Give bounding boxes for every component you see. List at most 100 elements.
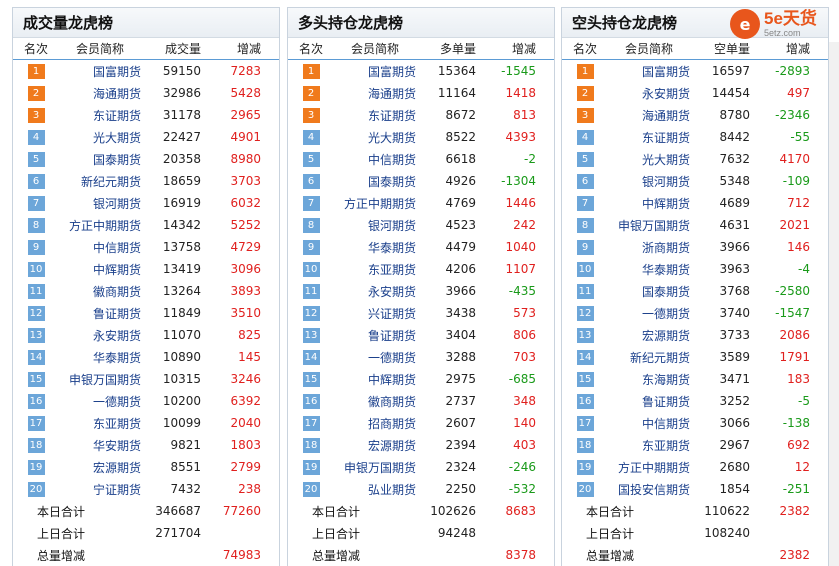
- member-link[interactable]: 海通期货: [334, 85, 416, 102]
- member-link[interactable]: 东亚期货: [334, 261, 416, 278]
- value-cell: 3963: [719, 262, 750, 276]
- member-link[interactable]: 华安期货: [59, 437, 141, 454]
- member-link[interactable]: 兴证期货: [334, 305, 416, 322]
- member-link[interactable]: 宏源期货: [59, 459, 141, 476]
- value-cell: 3966: [445, 284, 476, 298]
- member-link[interactable]: 方正中期期货: [59, 217, 141, 234]
- member-link[interactable]: 徽商期货: [334, 393, 416, 410]
- member-link[interactable]: 新纪元期货: [608, 349, 690, 366]
- site-logo[interactable]: e 5e天货 5etz.com: [730, 6, 834, 42]
- today-total-label: 本日合计: [586, 504, 635, 519]
- rank-cell: 8: [13, 217, 59, 233]
- member-link[interactable]: 一德期货: [608, 305, 690, 322]
- member-link[interactable]: 中辉期货: [608, 195, 690, 212]
- member-link[interactable]: 永安期货: [334, 283, 416, 300]
- rank-header: 名次: [572, 42, 597, 56]
- value-cell: 3471: [719, 372, 750, 386]
- member-link[interactable]: 浙商期货: [608, 239, 690, 256]
- member-link[interactable]: 国富期货: [334, 63, 416, 80]
- rank-badge: 15: [576, 371, 594, 387]
- member-link[interactable]: 徽商期货: [59, 283, 141, 300]
- member-link[interactable]: 东证期货: [59, 107, 141, 124]
- table-row: 16 一德期货 10200 6392: [13, 390, 279, 412]
- member-link[interactable]: 鲁证期货: [59, 305, 141, 322]
- member-link[interactable]: 新纪元期货: [59, 173, 141, 190]
- member-link[interactable]: 国投安信期货: [608, 481, 690, 498]
- member-link[interactable]: 鲁证期货: [334, 327, 416, 344]
- member-link[interactable]: 华泰期货: [59, 349, 141, 366]
- member-link[interactable]: 东证期货: [608, 129, 690, 146]
- panel-volume: 成交量龙虎榜 名次 会员简称 成交量 增减 1 国富期货 59150 7 2 8 3 …: [12, 7, 280, 566]
- member-link[interactable]: 方正中期期货: [608, 459, 690, 476]
- rank-cell: 12: [13, 305, 59, 321]
- member-link[interactable]: 一德期货: [59, 393, 141, 410]
- member-link[interactable]: 中信期货: [608, 415, 690, 432]
- member-link[interactable]: 永安期货: [608, 85, 690, 102]
- member-link[interactable]: 国泰期货: [59, 151, 141, 168]
- value-cell: 6618: [445, 152, 476, 166]
- member-link[interactable]: 东证期货: [334, 107, 416, 124]
- value-cell: 2680: [719, 460, 750, 474]
- value-cell: 11164: [437, 86, 476, 100]
- rank-cell: 7: [13, 195, 59, 211]
- value-cell: 15364: [437, 64, 476, 78]
- value-cell: 13264: [162, 284, 201, 298]
- member-link[interactable]: 东亚期货: [608, 437, 690, 454]
- member-link[interactable]: 中辉期货: [334, 371, 416, 388]
- scrollbar[interactable]: [829, 42, 839, 566]
- member-link[interactable]: 东海期货: [608, 371, 690, 388]
- member-link[interactable]: 申银万国期货: [59, 371, 141, 388]
- rank-cell: 17: [288, 415, 334, 431]
- table-row: 5 光大期货 7632 4170: [562, 148, 828, 170]
- member-link[interactable]: 鲁证期货: [608, 393, 690, 410]
- member-link[interactable]: 永安期货: [59, 327, 141, 344]
- table-row: 13 永安期货 11070 825: [13, 324, 279, 346]
- member-link[interactable]: 国富期货: [59, 63, 141, 80]
- table-row: 16 鲁证期货 3252 -5: [562, 390, 828, 412]
- rank-badge: 7: [302, 195, 320, 211]
- total-change-value: 2382: [779, 548, 810, 562]
- member-link[interactable]: 银河期货: [334, 217, 416, 234]
- member-link[interactable]: 银河期货: [608, 173, 690, 190]
- member-link[interactable]: 国富期货: [608, 63, 690, 80]
- rank-badge: 13: [27, 327, 45, 343]
- change-cell: 242: [513, 218, 536, 232]
- member-link[interactable]: 国泰期货: [608, 283, 690, 300]
- rank-badge: 19: [27, 459, 45, 475]
- change-cell: 5428: [230, 86, 261, 100]
- member-link[interactable]: 光大期货: [334, 129, 416, 146]
- member-link[interactable]: 银河期货: [59, 195, 141, 212]
- member-link[interactable]: 方正中期期货: [334, 195, 416, 212]
- member-link[interactable]: 光大期货: [608, 151, 690, 168]
- member-link[interactable]: 海通期货: [608, 107, 690, 124]
- member-link[interactable]: 中信期货: [334, 151, 416, 168]
- member-link[interactable]: 宏源期货: [334, 437, 416, 454]
- change-cell: 3703: [230, 174, 261, 188]
- rank-badge: 6: [576, 173, 594, 189]
- value-cell: 10200: [162, 394, 201, 408]
- member-link[interactable]: 国泰期货: [334, 173, 416, 190]
- yesterday-total-row: 上日合计 108240: [562, 522, 828, 544]
- member-link[interactable]: 申银万国期货: [334, 459, 416, 476]
- member-link[interactable]: 弘业期货: [334, 481, 416, 498]
- member-link[interactable]: 华泰期货: [608, 261, 690, 278]
- member-link[interactable]: 宁证期货: [59, 481, 141, 498]
- member-link[interactable]: 宏源期货: [608, 327, 690, 344]
- member-link[interactable]: 申银万国期货: [608, 217, 690, 234]
- member-link[interactable]: 招商期货: [334, 415, 416, 432]
- member-link[interactable]: 光大期货: [59, 129, 141, 146]
- table-row: 11 永安期货 3966 -435: [288, 280, 554, 302]
- rank-cell: 6: [288, 173, 334, 189]
- rank-badge: 19: [302, 459, 320, 475]
- member-link[interactable]: 一德期货: [334, 349, 416, 366]
- change-cell: 497: [787, 86, 810, 100]
- table-row: 3 东证期货 8672 813: [288, 104, 554, 126]
- member-link[interactable]: 中辉期货: [59, 261, 141, 278]
- total-change-value: 8378: [505, 548, 536, 562]
- member-link[interactable]: 东亚期货: [59, 415, 141, 432]
- member-link[interactable]: 华泰期货: [334, 239, 416, 256]
- change-cell: 403: [513, 438, 536, 452]
- member-link[interactable]: 中信期货: [59, 239, 141, 256]
- rank-badge: 2: [576, 85, 594, 101]
- member-link[interactable]: 海通期货: [59, 85, 141, 102]
